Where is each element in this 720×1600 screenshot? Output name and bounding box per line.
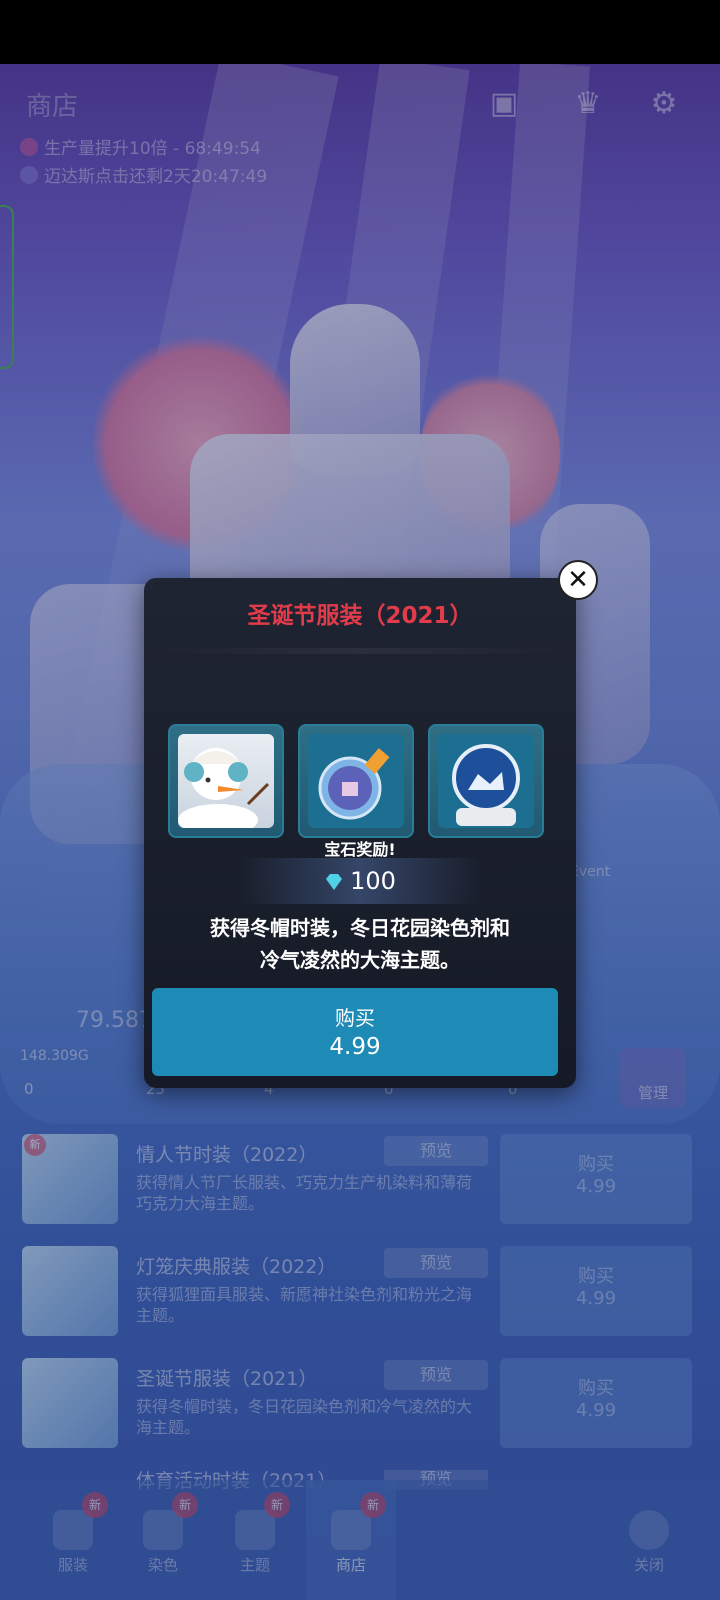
diamond-icon [326,874,343,890]
buy-button[interactable]: 购买 4.99 [152,988,558,1076]
reward-snowman [168,724,284,838]
snow-globe-image [438,734,534,828]
modal-title: 圣诞节服装（2021） [247,603,473,629]
status-bar [0,0,720,64]
snowman-costume-image [178,734,274,836]
buy-label: 购买 [335,1006,375,1030]
gem-amount: 100 [240,858,480,904]
gem-bonus-label: 宝石奖励! [324,840,396,859]
close-icon[interactable]: ✕ [558,560,598,600]
purchase-modal: 圣诞节服装（2021） 宝石奖励! 100 获得冬帽时装，冬日花园染色剂和 冷气… [144,578,576,1088]
gem-value: 100 [350,867,396,895]
reward-dye [298,724,414,838]
reward-theme [428,724,544,838]
buy-price: 4.99 [329,1034,381,1060]
modal-description: 获得冬帽时装，冬日花园染色剂和 冷气凌然的大海主题。 [210,916,510,972]
dye-bottle-image [308,734,404,828]
divider [154,648,566,654]
